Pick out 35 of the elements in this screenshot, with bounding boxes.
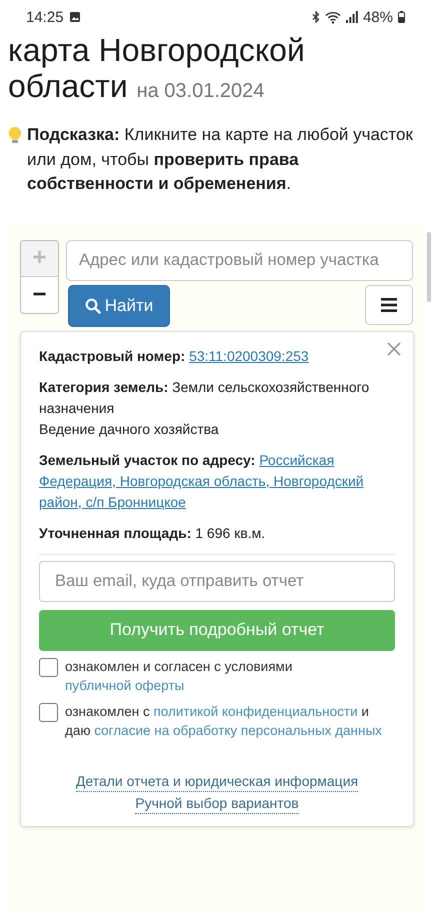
wifi-icon	[324, 10, 341, 24]
field-text: Категория земель: Земли сельскохозяйственного назначения	[39, 378, 370, 418]
image-icon	[68, 11, 81, 23]
scrollbar	[427, 232, 431, 302]
field-text: Уточненная площадь: 1 696 кв.м.	[39, 524, 266, 543]
clock-time: 14:25	[26, 8, 64, 26]
menu-icon	[381, 298, 397, 312]
close-icon[interactable]	[387, 342, 401, 356]
report-button[interactable]: Получить подробный отчет	[39, 610, 395, 650]
find-button[interactable]: Найти	[68, 284, 170, 326]
checkbox[interactable]	[39, 658, 58, 676]
hint-text: Подсказка: Кликните на карте на любой участок или дом, чтобы проверить права собственности и обременения.	[27, 124, 414, 195]
email-field[interactable]: Ваш email, куда отправить отчет	[39, 560, 395, 602]
lightbulb-icon	[8, 126, 22, 144]
zoom-out-button[interactable]: −	[21, 276, 58, 312]
agreement-link[interactable]: публичной оферты	[65, 678, 184, 693]
search-icon	[84, 298, 101, 314]
menu-button[interactable]	[365, 284, 413, 324]
agreement-text: ознакомлен с политикой конфиденциальности и даю согласие на обработку персональных данных	[65, 702, 383, 740]
checkbox[interactable]	[39, 702, 58, 722]
battery-icon	[398, 11, 405, 23]
search-field[interactable]: Адрес или кадастровый номер участка	[66, 240, 413, 280]
field-note: Ведение дачного хозяйства	[39, 420, 220, 439]
field-text: Земельный участок по адресу: Российская Федерация, Новгородская область, Новгородский район, с/п Бронницкое	[39, 450, 365, 512]
agreement-link[interactable]: согласие на обработку персональных данных	[94, 723, 382, 738]
page-title: карта Новгородской области на 03.01.2024	[8, 32, 306, 106]
signal-icon	[346, 11, 358, 23]
bluetooth-icon	[312, 11, 320, 23]
agreement-link[interactable]: политикой конфиденциальности	[153, 704, 358, 718]
footer-link[interactable]: Ручной выбор вариантов	[135, 792, 299, 814]
agreement-text: ознакомлен и согласен с условиями публичной оферты	[65, 658, 294, 695]
battery-percent: 48%	[362, 8, 393, 26]
footer-link[interactable]: Детали отчета и юридическая информация	[76, 770, 358, 792]
field-link[interactable]: 53:11:0200309:253	[189, 348, 309, 364]
field-text: Кадастровый номер: 53:11:0200309:253	[39, 346, 310, 366]
